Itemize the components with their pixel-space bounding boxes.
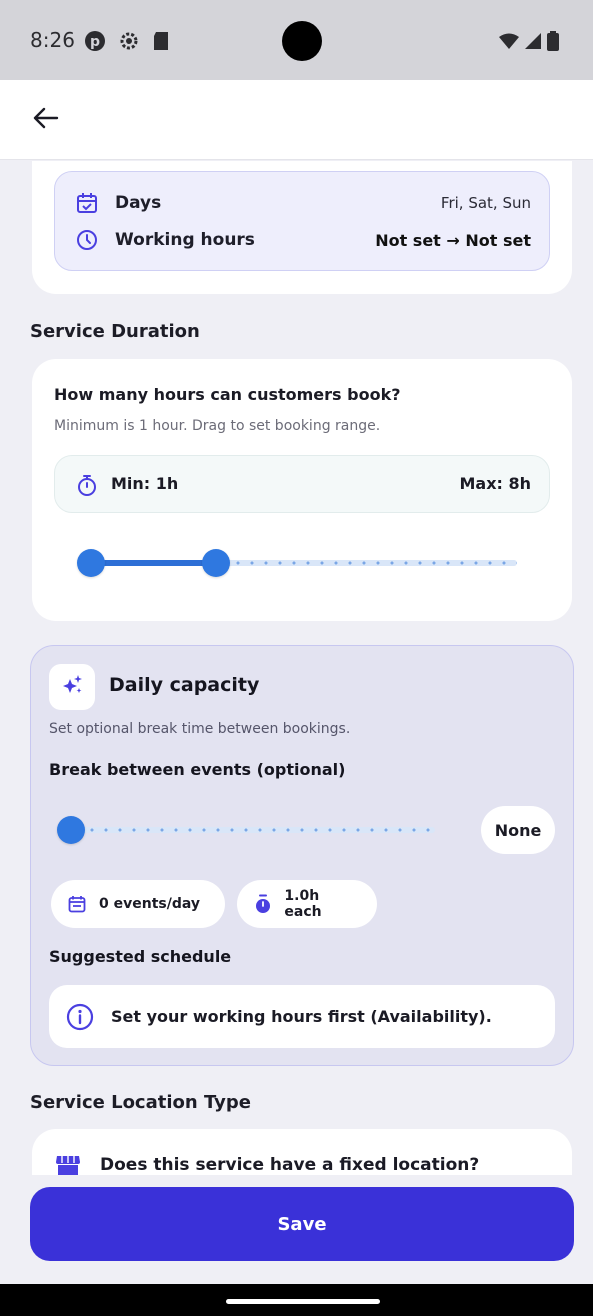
home-indicator[interactable] — [226, 1299, 380, 1304]
fixed-location-question-row: Does this service have a fixed location? — [54, 1153, 479, 1175]
min-hours-label: Min: 1h — [111, 474, 179, 493]
break-label: Break between events (optional) — [49, 760, 346, 779]
status-bar: 8:26 p — [0, 0, 593, 80]
sparkles-icon — [60, 673, 84, 701]
save-button[interactable]: Save — [30, 1187, 574, 1261]
suggested-schedule-info: Set your working hours first (Availabili… — [49, 985, 555, 1048]
slider-active-track — [91, 560, 217, 566]
signal-icon — [525, 33, 541, 53]
wifi-icon — [499, 33, 519, 53]
events-per-day-chip: 0 events/day — [51, 880, 225, 928]
days-row: Days Fri, Sat, Sun — [75, 188, 531, 218]
break-thumb[interactable] — [57, 816, 85, 844]
days-label: Days — [115, 193, 162, 213]
storefront-icon — [54, 1153, 82, 1175]
calendar-icon — [67, 894, 87, 914]
status-time: 8:26 — [30, 28, 75, 52]
duration-each-text: 1.0h each — [284, 888, 322, 920]
suggested-schedule-text: Set your working hours first (Availabili… — [111, 1007, 492, 1026]
timer-icon — [253, 894, 272, 914]
back-button[interactable] — [28, 102, 64, 138]
stopwatch-icon — [75, 473, 99, 497]
battery-icon — [547, 31, 559, 55]
svg-text:p: p — [90, 34, 100, 50]
days-value: Fri, Sat, Sun — [440, 194, 531, 212]
service-duration-card: How many hours can customers book? Minim… — [32, 359, 572, 621]
pinterest-icon: p — [84, 30, 106, 56]
working-hours-value: Not set → Not set — [375, 230, 531, 250]
save-bar: Save — [0, 1175, 593, 1284]
front-camera — [282, 21, 322, 61]
availability-summary: Days Fri, Sat, Sun Working hours Not set… — [54, 171, 550, 271]
scroll-content[interactable]: Days Fri, Sat, Sun Working hours Not set… — [0, 161, 593, 1175]
arrow-left-icon — [33, 107, 59, 133]
daily-capacity-title: Daily capacity — [109, 674, 260, 696]
status-icons-left: p — [84, 30, 170, 56]
suggested-schedule-title: Suggested schedule — [49, 947, 232, 966]
min-max-summary: Min: 1h Max: 8h — [54, 455, 550, 513]
min-thumb[interactable] — [77, 549, 105, 577]
max-thumb[interactable] — [202, 549, 231, 577]
info-icon — [65, 1002, 95, 1032]
duration-each-chip: 1.0h each — [237, 880, 377, 928]
max-hours-label: Max: 8h — [459, 474, 531, 493]
navigation-bar — [0, 1284, 593, 1316]
status-icons-right — [499, 31, 559, 55]
booking-hours-subtitle: Minimum is 1 hour. Drag to set booking r… — [54, 418, 381, 434]
fixed-location-question: Does this service have a fixed location? — [100, 1155, 480, 1175]
service-duration-title: Service Duration — [30, 321, 200, 342]
break-slider-track — [71, 827, 435, 833]
service-location-card: Does this service have a fixed location? — [32, 1129, 572, 1175]
capacity-icon-box — [49, 664, 95, 710]
app-bar — [0, 80, 593, 160]
working-hours-row: Working hours Not set → Not set — [75, 225, 531, 255]
clock-icon — [75, 228, 99, 252]
break-slider[interactable] — [57, 811, 435, 849]
daily-capacity-card: Daily capacity Set optional break time b… — [30, 645, 574, 1066]
daily-capacity-subtitle: Set optional break time between bookings… — [49, 721, 351, 737]
booking-range-slider[interactable] — [77, 543, 517, 583]
booking-hours-question: How many hours can customers book? — [54, 385, 401, 404]
calendar-check-icon — [75, 191, 99, 215]
service-location-title: Service Location Type — [30, 1092, 251, 1113]
working-hours-label: Working hours — [115, 230, 255, 250]
sd-card-icon — [152, 31, 170, 55]
settings-gear-icon — [118, 30, 140, 56]
availability-card: Days Fri, Sat, Sun Working hours Not set… — [32, 161, 572, 294]
break-value-pill: None — [481, 806, 555, 854]
events-per-day-text: 0 events/day — [99, 896, 201, 912]
